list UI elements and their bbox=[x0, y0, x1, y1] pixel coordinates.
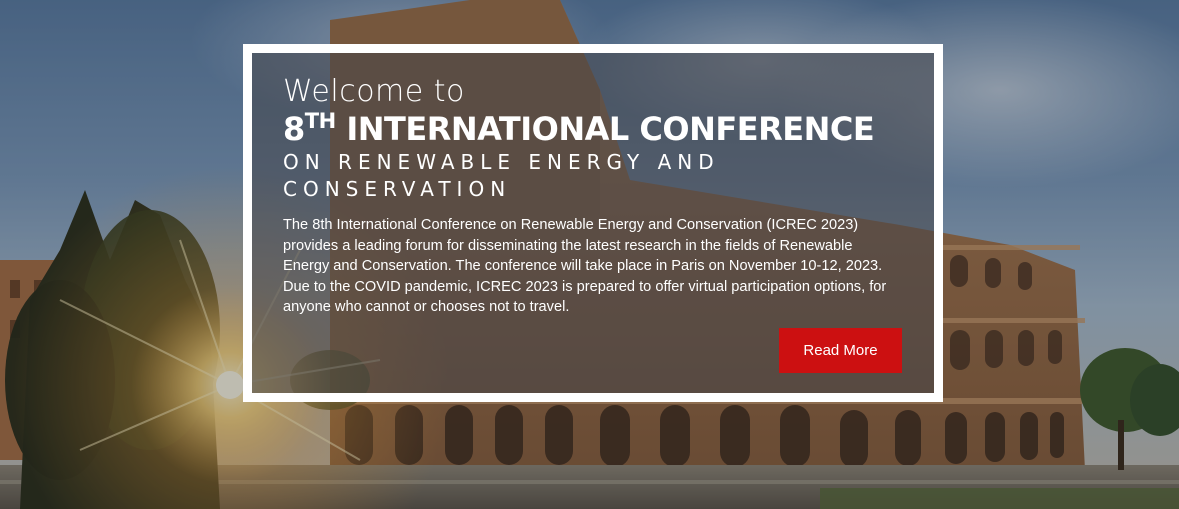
title-superscript: TH bbox=[304, 109, 336, 133]
conference-title: 8TH INTERNATIONAL CONFERENCE bbox=[283, 109, 913, 149]
read-more-button[interactable]: Read More bbox=[779, 328, 902, 373]
title-number: 8 bbox=[283, 110, 305, 148]
conference-subtitle: ON RENEWABLE ENERGY AND CONSERVATION bbox=[283, 150, 720, 201]
conference-description: The 8th International Conference on Rene… bbox=[283, 217, 887, 315]
welcome-content: Welcome to 8TH INTERNATIONAL CONFERENCE … bbox=[283, 75, 913, 318]
welcome-heading: Welcome to bbox=[283, 74, 465, 109]
welcome-frame: Welcome to 8TH INTERNATIONAL CONFERENCE … bbox=[243, 44, 943, 402]
hero-banner: Welcome to 8TH INTERNATIONAL CONFERENCE … bbox=[0, 0, 1179, 509]
title-rest: INTERNATIONAL CONFERENCE bbox=[335, 110, 875, 148]
